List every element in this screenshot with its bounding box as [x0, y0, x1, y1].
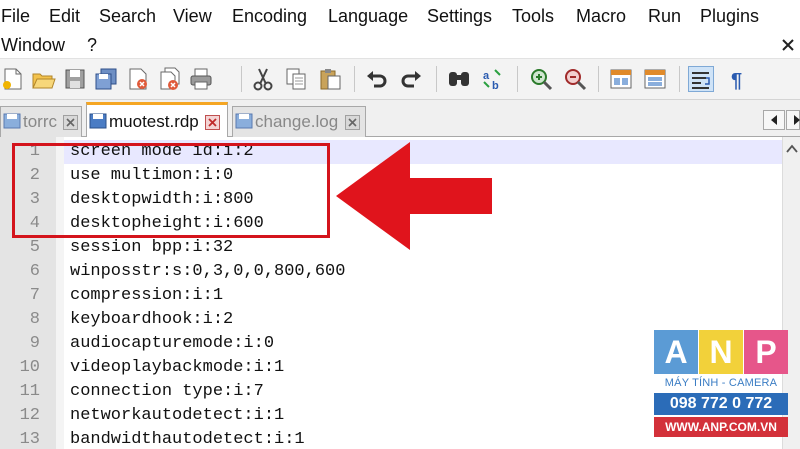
- menu-plugins[interactable]: Plugins: [700, 5, 759, 27]
- svg-text:b: b: [492, 80, 499, 92]
- cut-icon[interactable]: [250, 66, 276, 92]
- toolbar-separator: [679, 66, 680, 92]
- code-line[interactable]: session bpp:i:32: [70, 236, 233, 260]
- toolbar-separator: [241, 66, 242, 92]
- code-line[interactable]: bandwidthautodetect:i:1: [70, 428, 305, 449]
- red-arrow-icon: [336, 142, 492, 250]
- line-number: 7: [29, 286, 40, 305]
- menu-window[interactable]: Window: [1, 34, 65, 56]
- sync-vertical-icon[interactable]: [608, 66, 634, 92]
- logo-phone: 098 772 0 772: [654, 393, 788, 415]
- toolbar-separator: [517, 66, 518, 92]
- file-tab-icon: [3, 113, 21, 129]
- redo-icon[interactable]: [398, 66, 424, 92]
- find-icon[interactable]: [446, 66, 472, 92]
- zoom-out-icon[interactable]: [562, 66, 588, 92]
- annotation-highlight-box: [12, 143, 330, 238]
- menu-encoding[interactable]: Encoding: [232, 5, 307, 27]
- close-all-icon[interactable]: [157, 66, 183, 92]
- tab-muotest-rdp[interactable]: muotest.rdp: [86, 102, 228, 137]
- menu-tools[interactable]: Tools: [512, 5, 554, 27]
- print-icon[interactable]: [188, 66, 214, 92]
- code-line[interactable]: keyboardhook:i:2: [70, 308, 233, 332]
- line-number: 8: [29, 310, 40, 329]
- code-line[interactable]: audiocapturemode:i:0: [70, 332, 274, 356]
- word-wrap-icon[interactable]: [688, 66, 714, 92]
- logo-letter: A: [654, 330, 698, 374]
- tab-scroll-left-button[interactable]: [763, 110, 785, 130]
- show-all-characters-icon[interactable]: ¶: [725, 66, 751, 92]
- tab-close-icon[interactable]: [205, 115, 220, 130]
- replace-icon[interactable]: ab: [480, 66, 506, 92]
- file-tab-icon: [235, 113, 253, 129]
- save-all-icon[interactable]: [93, 66, 119, 92]
- logo-letter: N: [699, 330, 743, 374]
- code-line[interactable]: compression:i:1: [70, 284, 223, 308]
- line-number: 10: [19, 358, 40, 377]
- copy-icon[interactable]: [283, 66, 309, 92]
- tab-label: torrc: [23, 112, 57, 131]
- svg-text:¶: ¶: [731, 70, 742, 92]
- toolbar: ab ¶: [0, 58, 800, 100]
- code-line[interactable]: networkautodetect:i:1: [70, 404, 284, 428]
- new-file-icon[interactable]: [0, 66, 26, 92]
- tab-torrc[interactable]: torrc: [0, 106, 82, 137]
- line-number: 12: [19, 406, 40, 425]
- arrow-right-icon: [794, 115, 800, 125]
- menu-help[interactable]: ?: [87, 34, 97, 56]
- menu-file[interactable]: File: [1, 5, 30, 27]
- toolbar-separator: [598, 66, 599, 92]
- paste-icon[interactable]: [317, 66, 343, 92]
- menu-settings[interactable]: Settings: [427, 5, 492, 27]
- logo-website: WWW.ANP.COM.VN: [654, 417, 788, 437]
- menu-edit[interactable]: Edit: [49, 5, 80, 27]
- code-line[interactable]: videoplaybackmode:i:1: [70, 356, 284, 380]
- open-file-icon[interactable]: [30, 66, 56, 92]
- tab-scroll-right-button[interactable]: [786, 110, 800, 130]
- file-tab-icon: [89, 113, 107, 129]
- tab-close-icon[interactable]: [63, 115, 78, 130]
- menu-macro[interactable]: Macro: [576, 5, 626, 27]
- tab-bar: torrc muotest.rdp change.log: [0, 100, 800, 137]
- menu-language[interactable]: Language: [328, 5, 408, 27]
- arrow-left-icon: [771, 115, 777, 125]
- line-number: 6: [29, 262, 40, 281]
- menu-view[interactable]: View: [173, 5, 212, 27]
- code-line[interactable]: connection type:i:7: [70, 380, 264, 404]
- line-number: 5: [29, 238, 40, 257]
- line-number: 9: [29, 334, 40, 353]
- logo-tagline: MÁY TÍNH - CAMERA: [664, 377, 778, 389]
- anp-watermark-logo: A N P MÁY TÍNH - CAMERA 098 772 0 772 WW…: [654, 330, 788, 440]
- tab-label: muotest.rdp: [109, 112, 199, 131]
- line-number: 11: [19, 382, 40, 401]
- code-line[interactable]: winposstr:s:0,3,0,0,800,600: [70, 260, 345, 284]
- zoom-in-icon[interactable]: [528, 66, 554, 92]
- tab-close-icon[interactable]: [345, 115, 360, 130]
- toolbar-separator: [436, 66, 437, 92]
- tab-label: change.log: [255, 112, 339, 131]
- logo-letter: P: [744, 330, 788, 374]
- scroll-up-icon[interactable]: [783, 141, 800, 157]
- svg-text:a: a: [483, 70, 490, 82]
- menu-run[interactable]: Run: [648, 5, 681, 27]
- sync-horizontal-icon[interactable]: [642, 66, 668, 92]
- toolbar-separator: [354, 66, 355, 92]
- menu-search[interactable]: Search: [99, 5, 156, 27]
- close-file-icon[interactable]: [125, 66, 151, 92]
- menu-bar: File Edit Search View Encoding Language …: [0, 0, 800, 58]
- tab-change-log[interactable]: change.log: [232, 106, 366, 137]
- undo-icon[interactable]: [364, 66, 390, 92]
- save-icon[interactable]: [62, 66, 88, 92]
- line-number: 13: [19, 430, 40, 449]
- close-document-icon[interactable]: [781, 38, 795, 52]
